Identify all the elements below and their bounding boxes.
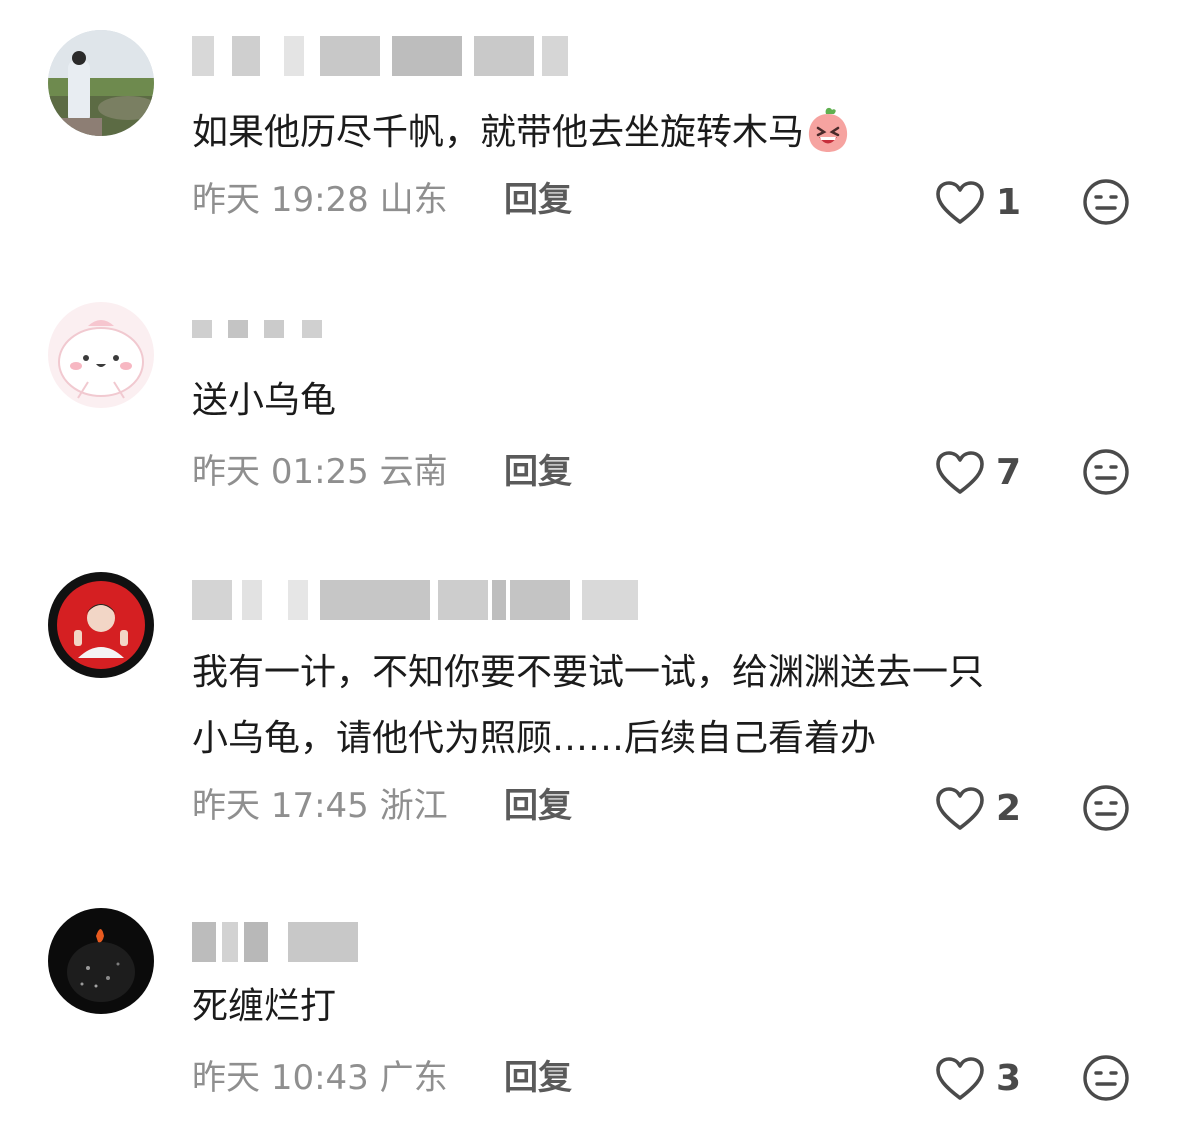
username-blurred[interactable] <box>192 922 362 962</box>
heart-outline-icon <box>934 180 986 226</box>
heart-outline-icon <box>934 1056 986 1102</box>
like-count: 1 <box>996 182 1022 223</box>
comment-location: 浙江 <box>379 786 448 826</box>
user-avatar[interactable] <box>48 908 154 1014</box>
neutral-face-icon <box>1082 784 1130 832</box>
comment-meta: 昨天 17:45 浙江 <box>192 786 448 826</box>
reply-button[interactable]: 回复 <box>504 786 572 826</box>
comment-meta: 昨天 01:25 云南 <box>192 452 448 492</box>
comment-date: 昨天 <box>192 1058 260 1098</box>
reply-button[interactable]: 回复 <box>504 180 572 220</box>
like-button[interactable]: 7 <box>934 450 1021 496</box>
comment-text-line-1: 我有一计，不知你要不要试一试，给渊渊送去一只 <box>192 652 985 693</box>
comment-location: 云南 <box>379 452 448 492</box>
comment-date: 昨天 <box>192 786 260 826</box>
comment-text: 送小乌龟 <box>192 380 337 421</box>
like-button[interactable]: 1 <box>934 180 1021 226</box>
comment-text-content: 如果他历尽千帆，就带他去坐旋转木马 <box>192 112 805 153</box>
reply-button[interactable]: 回复 <box>504 452 572 492</box>
neutral-face-icon <box>1082 178 1130 226</box>
heart-outline-icon <box>934 786 986 832</box>
heart-outline-icon <box>934 450 986 496</box>
like-button[interactable]: 3 <box>934 1056 1021 1102</box>
comment-meta: 昨天 19:28 山东 <box>192 180 448 220</box>
dislike-button[interactable] <box>1082 178 1130 226</box>
neutral-face-icon <box>1082 1054 1130 1102</box>
comment-text: 如果他历尽千帆，就带他去坐旋转木马 <box>192 100 852 166</box>
comment-time: 10:43 <box>270 1058 369 1098</box>
comment-text-line-2: 小乌龟，请他代为照顾……后续自己看着办 <box>192 718 877 759</box>
comment-location: 广东 <box>379 1058 448 1098</box>
dislike-button[interactable] <box>1082 784 1130 832</box>
comment-time: 19:28 <box>270 180 369 220</box>
comment-time: 01:25 <box>270 452 369 492</box>
neutral-face-icon <box>1082 448 1130 496</box>
reply-button[interactable]: 回复 <box>504 1058 572 1098</box>
like-count: 7 <box>996 452 1022 493</box>
comment-time: 17:45 <box>270 786 369 826</box>
dislike-button[interactable] <box>1082 1054 1130 1102</box>
like-count: 2 <box>996 788 1022 829</box>
username-blurred[interactable] <box>192 580 642 620</box>
comment-date: 昨天 <box>192 180 260 220</box>
laughing-peach-emoji-icon <box>804 106 852 154</box>
comment-text: 死缠烂打 <box>192 986 337 1027</box>
like-count: 3 <box>996 1058 1022 1099</box>
like-button[interactable]: 2 <box>934 786 1021 832</box>
user-avatar[interactable] <box>48 302 154 408</box>
username-blurred[interactable] <box>192 36 572 76</box>
comment-meta: 昨天 10:43 广东 <box>192 1058 448 1098</box>
dislike-button[interactable] <box>1082 448 1130 496</box>
user-avatar[interactable] <box>48 30 154 136</box>
comment-location: 山东 <box>379 180 448 220</box>
user-avatar[interactable] <box>48 572 154 678</box>
comment-date: 昨天 <box>192 452 260 492</box>
username-blurred[interactable] <box>192 320 332 360</box>
